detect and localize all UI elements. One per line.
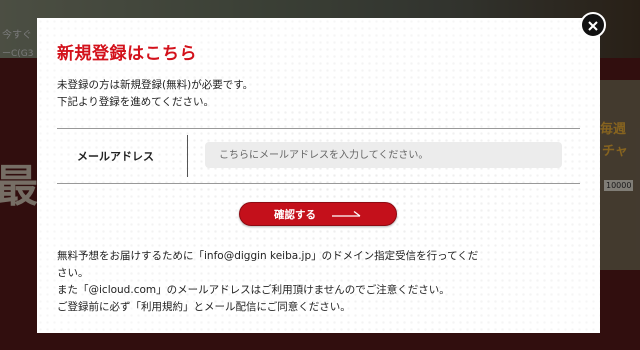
modal-intro: 未登録の方は新規登録(無料)が必要です。 下記より登録を進めてください。 bbox=[57, 77, 253, 111]
divider bbox=[187, 135, 188, 177]
email-form-row: メールアドレス bbox=[57, 128, 580, 184]
modal-title: 新規登録はこちら bbox=[57, 44, 197, 64]
note-line: ご登録前に必ず「利用規約」とメール配信にご同意ください。 bbox=[57, 301, 351, 313]
modal-notes: 無料予想をお届けするために「info@diggin keiba.jp」のドメイン… bbox=[57, 248, 582, 316]
email-label: メールアドレス bbox=[77, 150, 154, 163]
email-field[interactable] bbox=[205, 142, 562, 168]
note-line: 無料予想をお届けするために「info@diggin keiba.jp」のドメイン… bbox=[57, 250, 479, 262]
note-line: さい。 bbox=[57, 267, 89, 279]
close-button[interactable] bbox=[580, 12, 606, 38]
intro-line: 未登録の方は新規登録(無料)が必要です。 bbox=[57, 79, 254, 91]
note-line: また「@icloud.com」のメールアドレスはご利用頂けませんのでご注意くださ… bbox=[57, 284, 450, 296]
arrow-right-icon bbox=[332, 210, 362, 218]
confirm-button[interactable]: 確認する bbox=[239, 202, 397, 226]
confirm-button-label: 確認する bbox=[274, 208, 316, 221]
intro-line: 下記より登録を進めてください。 bbox=[57, 96, 214, 108]
close-icon bbox=[588, 16, 598, 35]
